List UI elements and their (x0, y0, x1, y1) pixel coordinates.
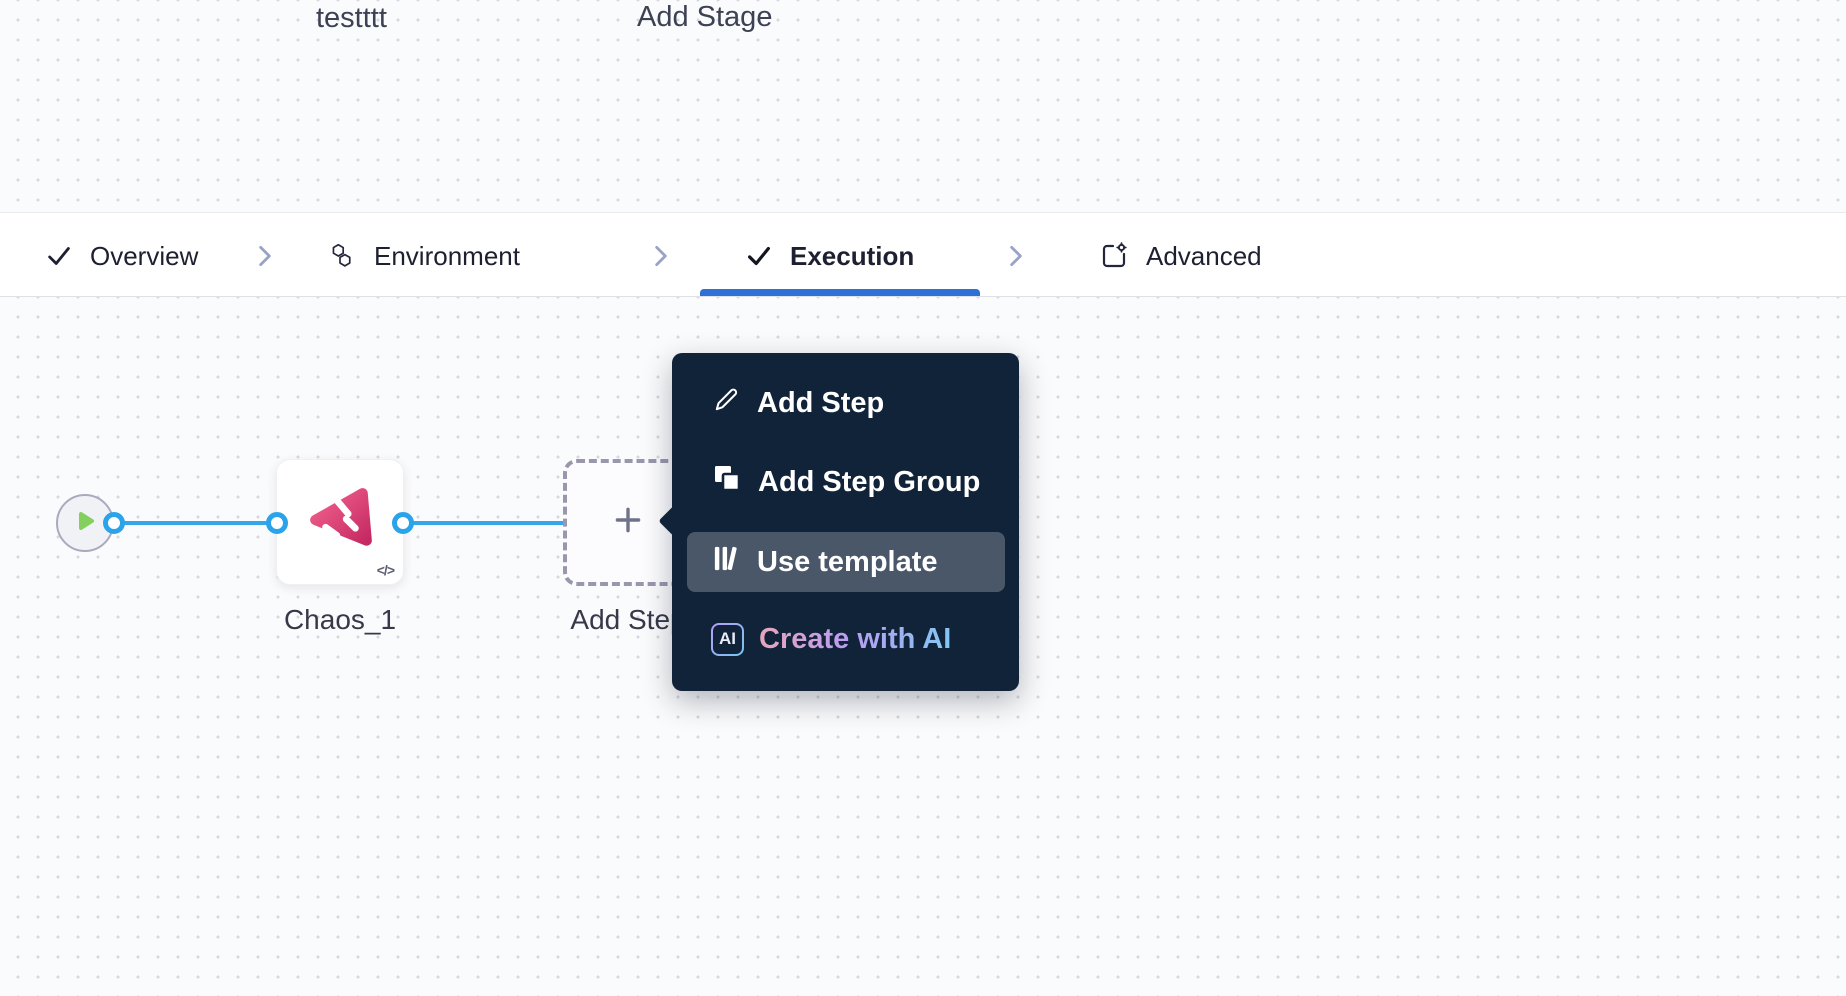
connector-endpoint[interactable] (103, 512, 125, 534)
menu-item-create-with-ai[interactable]: AI Create with AI (687, 611, 1005, 667)
tab-environment[interactable]: Environment (328, 239, 520, 273)
chevron-right-icon (1003, 243, 1029, 269)
copy-squares-icon (711, 462, 743, 502)
active-tab-underline (700, 289, 980, 296)
play-icon (70, 506, 100, 541)
panel-gear-icon (1098, 240, 1130, 272)
menu-item-label: Use template (757, 545, 938, 578)
connector-endpoint[interactable] (266, 512, 288, 534)
add-stage-label[interactable]: Add Stage (637, 1, 772, 34)
chevron-right-icon (648, 243, 674, 269)
tab-execution[interactable]: Execution (744, 239, 914, 273)
stage-name-label: testttt (316, 2, 387, 34)
tab-label: Execution (790, 240, 915, 271)
step-node-label: Chaos_1 (283, 604, 397, 635)
stages-canvas: testttt Add Stage (0, 0, 1846, 212)
step-node-chaos[interactable]: </> (276, 459, 404, 585)
ai-badge-icon: AI (711, 623, 744, 656)
tab-label: Advanced (1146, 240, 1262, 271)
menu-item-use-template[interactable]: Use template (687, 532, 1005, 592)
check-icon (744, 241, 774, 271)
library-icon (711, 543, 742, 582)
menu-item-add-step[interactable]: Add Step (687, 375, 1005, 431)
chaos-logo-icon (305, 484, 377, 561)
chevron-right-icon (252, 243, 278, 269)
code-icon: </> (376, 562, 395, 578)
stage-config-tab-bar: Overview Environment Execution Advanced (0, 212, 1846, 297)
menu-item-add-step-group[interactable]: Add Step Group (687, 454, 1005, 510)
pipeline-studio: testttt Add Stage Overview Environment E… (0, 0, 1846, 996)
pencil-icon (711, 384, 742, 423)
plus-icon (611, 503, 645, 542)
tab-label: Environment (374, 240, 520, 271)
tab-label: Overview (90, 240, 199, 271)
add-step-context-menu: Add Step Add Step Group Use template AI … (658, 353, 1019, 691)
hexagons-icon (328, 241, 358, 271)
tab-advanced[interactable]: Advanced (1098, 239, 1262, 273)
tab-overview[interactable]: Overview (44, 239, 198, 273)
menu-item-label: Create with AI (759, 622, 952, 655)
check-icon (44, 241, 74, 271)
connector-endpoint[interactable] (392, 512, 414, 534)
menu-item-label: Add Step (757, 386, 885, 419)
menu-item-label: Add Step Group (758, 465, 981, 498)
